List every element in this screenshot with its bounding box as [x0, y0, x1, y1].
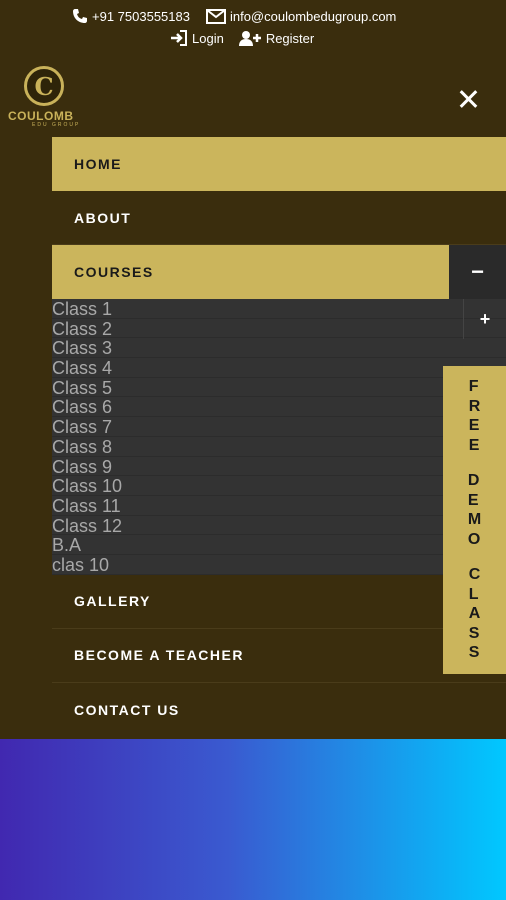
submenu-item-class-9[interactable]: Class 9 — [52, 457, 506, 476]
nav-menu: HOME ABOUT COURSES − + Class 1 Class 2 C… — [52, 137, 506, 737]
demo-letter: O — [467, 530, 481, 548]
phone-icon — [73, 9, 87, 23]
demo-letter: A — [468, 605, 481, 623]
demo-letter: E — [467, 491, 479, 509]
demo-word-class: CLASS — [469, 565, 481, 663]
logo[interactable]: C COULOMB EDU GROUP — [8, 64, 88, 128]
courses-label[interactable]: COURSES — [52, 245, 449, 299]
menu-item-gallery[interactable]: GALLERY — [52, 575, 506, 629]
demo-letter: S — [468, 644, 480, 662]
submenu-item-class-8[interactable]: Class 8 — [52, 437, 506, 457]
envelope-icon — [205, 8, 226, 24]
menu-item-contact-us[interactable]: CONTACT US — [52, 683, 506, 737]
submenu-item-class-4[interactable]: Class 4 — [52, 358, 506, 378]
demo-letter: M — [467, 511, 482, 529]
submenu-item-class-6[interactable]: Class 6 — [52, 397, 506, 417]
register-label: Register — [265, 30, 315, 46]
submenu-item-class-5[interactable]: Class 5 — [52, 378, 506, 398]
demo-letter: R — [468, 397, 481, 415]
login-icon — [171, 30, 187, 46]
demo-letter: E — [468, 436, 480, 454]
menu-item-home[interactable]: HOME — [52, 137, 506, 191]
register-link[interactable]: Register — [238, 30, 314, 46]
close-icon[interactable] — [455, 86, 483, 114]
submenu-item-class-3[interactable]: Class 3 — [52, 338, 506, 358]
phone-link[interactable]: +91 7503555183 — [72, 8, 190, 24]
menu-item-become-teacher[interactable]: BECOME A TEACHER — [52, 629, 506, 683]
demo-letter: C — [468, 566, 481, 584]
contact-row: +91 7503555183 info@coulombedugroup.com — [72, 8, 412, 24]
user-plus-icon — [238, 31, 261, 46]
courses-collapse-button[interactable]: − — [449, 245, 506, 299]
login-label: Login — [192, 30, 224, 46]
logo-mark: C — [24, 66, 64, 106]
submenu-item-class-12[interactable]: Class 12 — [52, 516, 506, 535]
demo-letter: L — [468, 585, 479, 603]
email-link[interactable]: info@coulombedugroup.com — [205, 8, 397, 24]
submenu-expand-button[interactable]: + — [463, 299, 506, 339]
submenu-item-ba[interactable]: B.A — [52, 535, 506, 555]
login-link[interactable]: Login — [170, 30, 224, 46]
submenu-item-class-7[interactable]: Class 7 — [52, 417, 506, 437]
logo-text: COULOMB — [8, 109, 74, 123]
submenu-item-clas-10[interactable]: clas 10 — [52, 555, 506, 575]
email-address: info@coulombedugroup.com — [229, 8, 397, 24]
courses-submenu: + Class 1 Class 2 Class 3 Class 4 Class … — [52, 299, 506, 575]
demo-word-demo: DEMO — [468, 471, 481, 549]
menu-item-courses: COURSES − — [52, 245, 506, 299]
logo-subtext: EDU GROUP — [32, 122, 81, 128]
top-contact-bar: +91 7503555183 info@coulombedugroup.com … — [0, 0, 506, 58]
demo-word-free: FREE — [469, 377, 481, 455]
hero-gradient-banner — [0, 739, 506, 900]
demo-letter: E — [468, 417, 480, 435]
demo-letter: D — [467, 472, 480, 490]
demo-letter: S — [468, 624, 480, 642]
auth-row: Login Register — [170, 30, 328, 46]
demo-letter: F — [468, 378, 479, 396]
submenu-item-class-1[interactable]: Class 1 — [52, 299, 506, 319]
free-demo-class-tab[interactable]: FREE DEMO CLASS — [443, 366, 506, 674]
submenu-item-class-11[interactable]: Class 11 — [52, 496, 506, 516]
phone-number: +91 7503555183 — [92, 8, 190, 24]
menu-item-about[interactable]: ABOUT — [52, 191, 506, 245]
submenu-item-class-2[interactable]: Class 2 — [52, 319, 506, 339]
submenu-item-class-10[interactable]: Class 10 — [52, 476, 506, 496]
